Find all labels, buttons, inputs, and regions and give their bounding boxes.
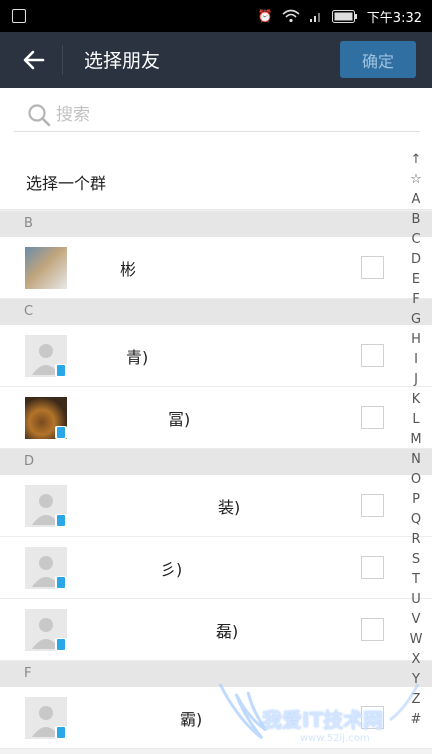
contact-name: 彡) xyxy=(160,560,183,579)
watermark-text: 我爱IT技术网 xyxy=(262,708,384,732)
alphabet-index-letter[interactable]: D xyxy=(404,250,428,270)
search-icon xyxy=(28,104,51,127)
alphabet-index-letter[interactable]: V xyxy=(404,610,428,630)
contact-name: 霸) xyxy=(180,710,203,729)
alphabet-index-letter[interactable]: J xyxy=(404,370,428,390)
phone-icon xyxy=(55,638,67,651)
battery-icon xyxy=(331,9,357,23)
phone-icon xyxy=(55,576,67,589)
contact-row[interactable]: 彬 xyxy=(0,237,432,299)
select-checkbox[interactable] xyxy=(361,256,384,279)
contact-row[interactable]: 冨) xyxy=(0,387,432,449)
alphabet-index-letter[interactable]: R xyxy=(404,530,428,550)
alphabet-index-letter[interactable]: C xyxy=(404,230,428,250)
page-title: 选择朋友 xyxy=(84,50,161,72)
confirm-button[interactable]: 确定 xyxy=(340,41,416,78)
alphabet-index-letter[interactable]: ↑ xyxy=(404,150,428,170)
alphabet-index-letter[interactable]: Q xyxy=(404,510,428,530)
alphabet-index-letter[interactable]: F xyxy=(404,290,428,310)
select-checkbox[interactable] xyxy=(361,618,384,641)
search-box[interactable] xyxy=(14,98,420,132)
contact-name: 彬 xyxy=(120,260,137,279)
select-checkbox[interactable] xyxy=(361,406,384,429)
alphabet-index-letter[interactable]: G xyxy=(404,310,428,330)
select-checkbox[interactable] xyxy=(361,556,384,579)
alphabet-index-letter[interactable]: M xyxy=(404,430,428,450)
select-checkbox[interactable] xyxy=(361,344,384,367)
alphabet-index-letter[interactable]: O xyxy=(404,470,428,490)
alphabet-index-letter[interactable]: X xyxy=(404,650,428,670)
title-bar: 选择朋友 确定 xyxy=(0,32,432,88)
alphabet-index-letter[interactable]: I xyxy=(404,350,428,370)
alphabet-index-letter[interactable]: ☆ xyxy=(404,170,428,190)
contact-row[interactable]: 磊) xyxy=(0,599,432,661)
alphabet-index-letter[interactable]: W xyxy=(404,630,428,650)
contact-name: 冨) xyxy=(168,410,191,429)
wifi-icon xyxy=(282,9,300,23)
alphabet-index-letter[interactable]: H xyxy=(404,330,428,350)
alphabet-index-letter[interactable]: L xyxy=(404,410,428,430)
contact-row[interactable]: 装) xyxy=(0,475,432,537)
section-header-b: B xyxy=(0,211,432,237)
phone-icon xyxy=(55,364,67,377)
redaction xyxy=(80,258,120,278)
contact-row[interactable]: 青) xyxy=(0,325,432,387)
alphabet-index-letter[interactable]: N xyxy=(404,450,428,470)
select-group-row[interactable]: 选择一个群 xyxy=(0,140,432,210)
alphabet-index-letter[interactable]: T xyxy=(404,570,428,590)
contact-name: 磊) xyxy=(216,622,239,641)
section-header-d: D xyxy=(0,449,432,475)
contact-name: 青) xyxy=(126,348,149,367)
title-divider xyxy=(62,45,63,75)
alphabet-index-letter[interactable]: E xyxy=(404,270,428,290)
alarm-icon: ⏰ xyxy=(257,9,273,23)
contact-name: 装) xyxy=(218,498,241,517)
status-icons: ⏰ 下午3:32 xyxy=(258,0,422,32)
search-area xyxy=(0,88,432,140)
phone-icon xyxy=(55,726,67,739)
avatar xyxy=(25,247,67,289)
select-group-label: 选择一个群 xyxy=(26,174,107,193)
alphabet-index-letter[interactable]: K xyxy=(404,390,428,410)
contact-row[interactable]: 彡) xyxy=(0,537,432,599)
alphabet-index-letter[interactable]: B xyxy=(404,210,428,230)
back-button[interactable] xyxy=(14,44,54,76)
alphabet-index-letter[interactable]: S xyxy=(404,550,428,570)
section-header-c: C xyxy=(0,299,432,325)
screenshot-icon xyxy=(12,9,26,23)
watermark-url: www.52ij.com xyxy=(300,733,370,744)
status-time: 下午3:32 xyxy=(366,10,422,26)
alphabet-index-letter[interactable]: A xyxy=(404,190,428,210)
alphabet-index[interactable]: ↑ ☆ A B C D E F G H I J K L M N O P Q R S T U V W X Y Z # xyxy=(404,150,428,740)
back-arrow-icon xyxy=(23,50,45,70)
phone-icon xyxy=(55,514,67,527)
alphabet-index-letter[interactable]: U xyxy=(404,590,428,610)
search-input[interactable] xyxy=(56,102,356,128)
status-bar: ⏰ 下午3:32 xyxy=(0,0,432,32)
select-checkbox[interactable] xyxy=(361,494,384,517)
phone-icon xyxy=(55,426,67,439)
signal-icon xyxy=(309,13,320,22)
alphabet-index-letter[interactable]: P xyxy=(404,490,428,510)
